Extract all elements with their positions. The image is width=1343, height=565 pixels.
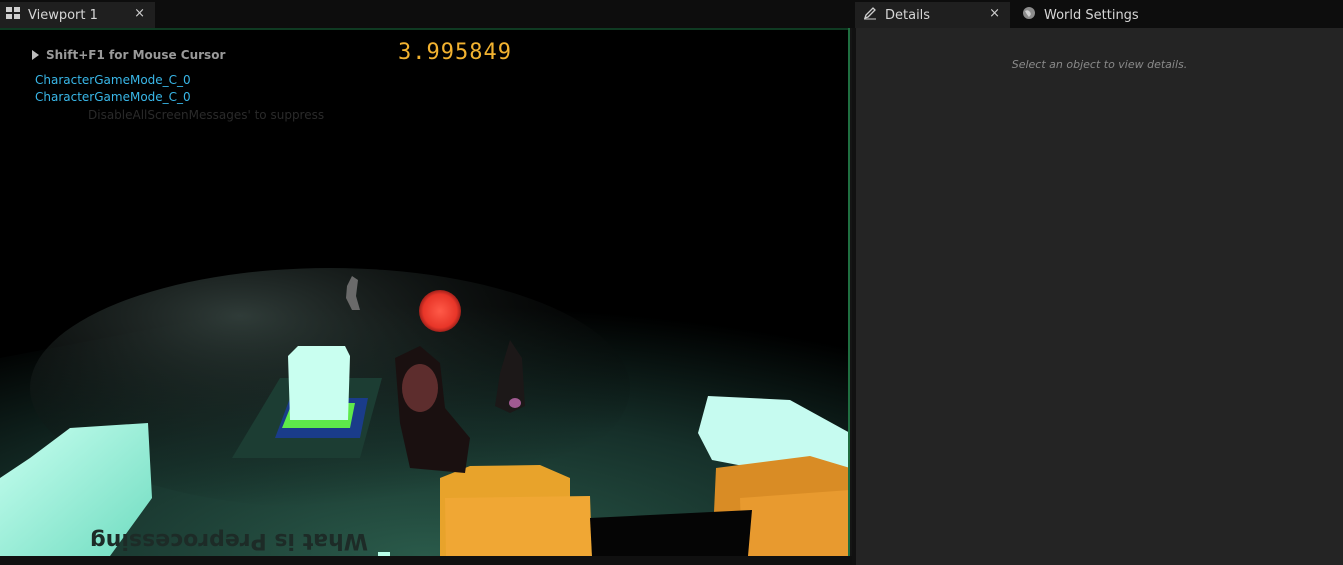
viewport-grid-icon [6, 7, 20, 23]
tab-world-settings[interactable]: World Settings [1014, 2, 1184, 28]
pencil-icon [863, 6, 877, 24]
tab-details-label: Details [885, 7, 931, 23]
hud-counter: 3.995849 [398, 40, 512, 65]
details-empty-message: Select an object to view details. [1011, 58, 1188, 71]
close-icon[interactable]: × [134, 6, 145, 21]
globe-icon [1022, 6, 1036, 24]
details-tabstrip: Details × World Settings [852, 0, 1343, 28]
suppress-hint: DisableAllScreenMessages' to suppress [88, 108, 325, 122]
details-panel: Select an object to view details. [856, 28, 1343, 565]
viewport-tabstrip: Viewport 1 × [0, 0, 852, 28]
viewport-bottom-bar [0, 556, 852, 565]
tab-details[interactable]: Details × [855, 2, 1010, 28]
tab-viewport-1[interactable]: Viewport 1 × [0, 2, 155, 28]
floor-text: What is Preprocessing [90, 528, 368, 553]
close-icon[interactable]: × [989, 6, 1000, 21]
tab-viewport-label: Viewport 1 [28, 7, 98, 23]
mouse-cursor-hint-text: Shift+F1 for Mouse Cursor [46, 48, 226, 62]
tab-world-settings-label: World Settings [1044, 7, 1139, 23]
viewport-focus-border [848, 28, 850, 556]
cursor-icon [32, 50, 39, 60]
viewport-top-edge [0, 28, 850, 30]
screen-message: CharacterGameMode_C_0 [35, 90, 191, 104]
game-viewport[interactable]: Shift+F1 for Mouse Cursor CharacterGameM… [0, 28, 850, 556]
mouse-cursor-hint: Shift+F1 for Mouse Cursor [32, 48, 225, 62]
screen-message: CharacterGameMode_C_0 [35, 73, 191, 87]
